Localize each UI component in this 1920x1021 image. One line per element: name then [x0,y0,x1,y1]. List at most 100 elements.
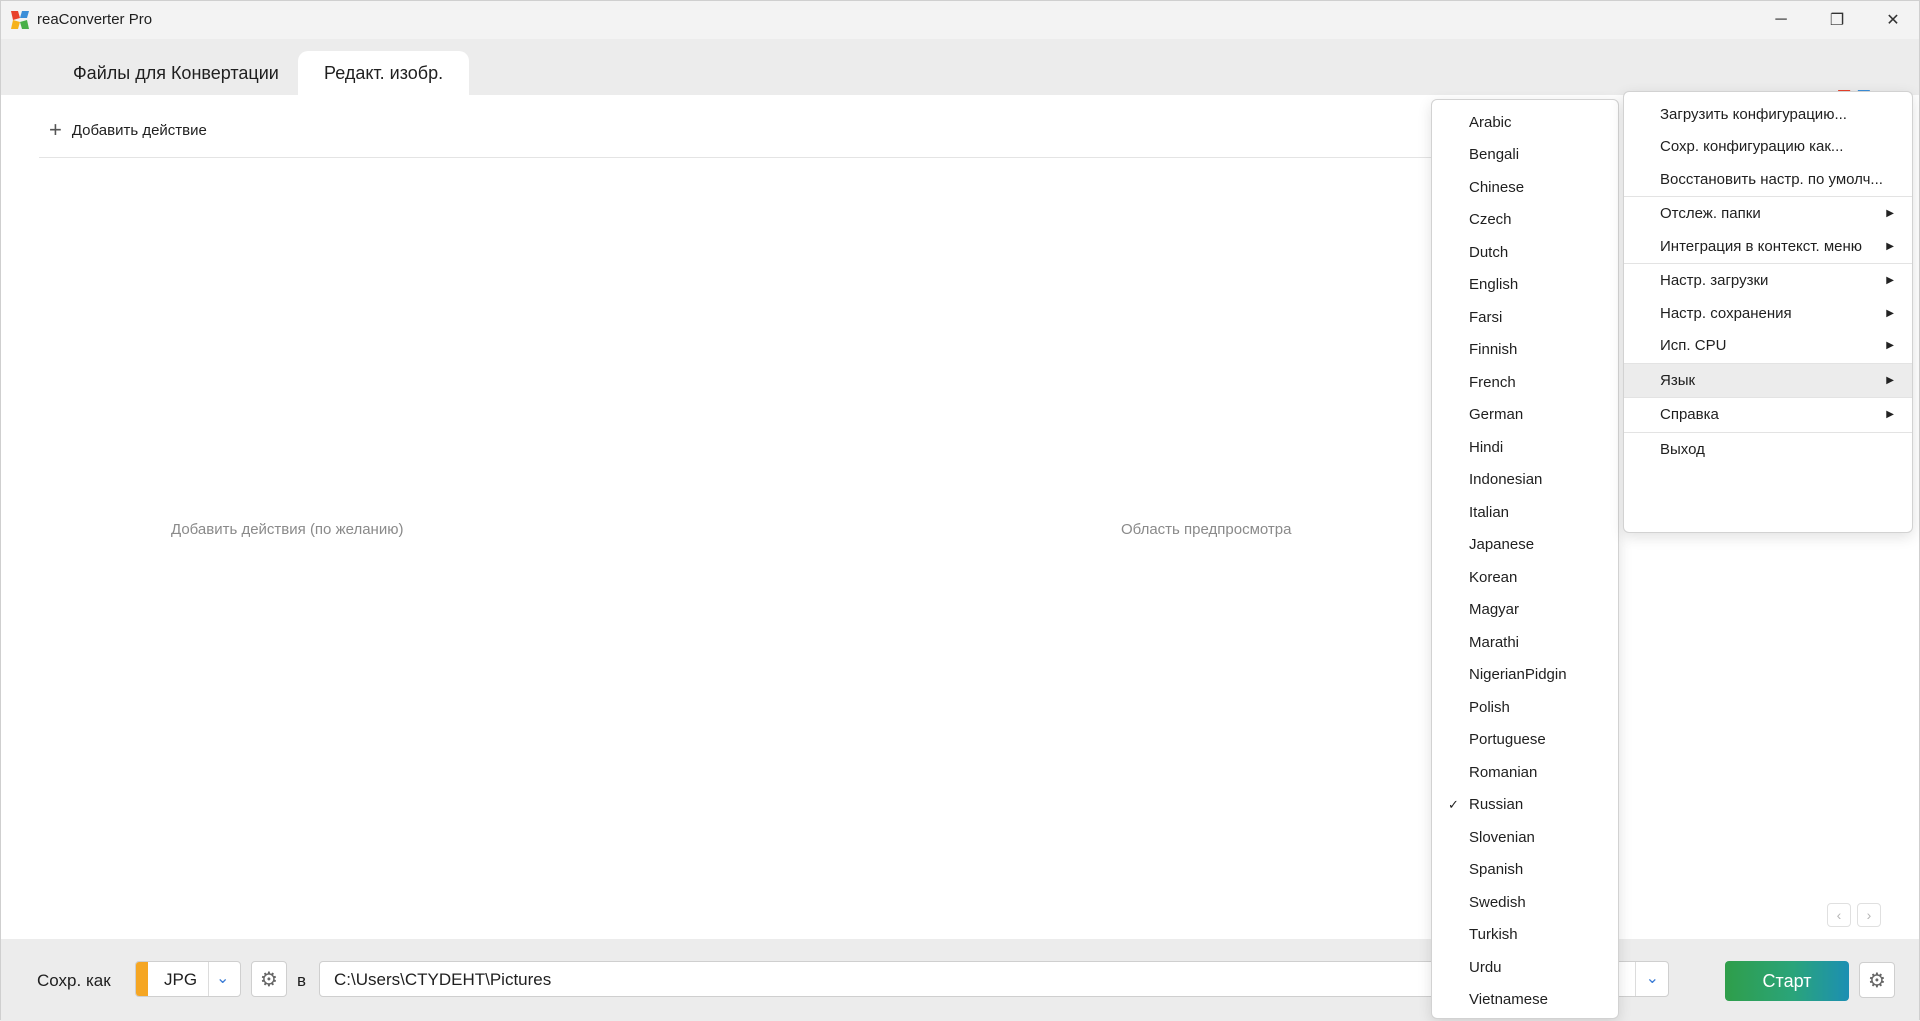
language-item[interactable]: German [1432,399,1618,432]
language-item[interactable]: French [1432,366,1618,399]
menu-item-cpu[interactable]: Исп. CPU ▶ [1624,330,1912,363]
chevron-right-icon: ▶ [1886,374,1894,386]
menu-item-save-config[interactable]: Сохр. конфигурацию как... [1624,131,1912,164]
language-item[interactable]: Turkish [1432,919,1618,952]
language-item[interactable]: Finnish [1432,334,1618,367]
language-item-selected[interactable]: ✓ Russian [1432,789,1618,822]
menu-item-label: Выход [1660,440,1705,458]
tab-files[interactable]: Файлы для Конвертации [47,51,305,95]
menu-item-label: Исп. CPU [1660,337,1727,355]
gear-icon: ⚙ [1868,969,1886,992]
language-item[interactable]: Farsi [1432,301,1618,334]
menu-item-label: Справка [1660,406,1719,424]
save-as-label: Сохр. как [37,971,111,990]
language-item[interactable]: Japanese [1432,529,1618,562]
menu-item-label: Настр. сохранения [1660,304,1792,322]
minimize-button[interactable]: ─ [1753,1,1809,39]
options-menu: Загрузить конфигурацию... Сохр. конфигур… [1623,91,1913,533]
language-label: Indonesian [1469,471,1543,489]
language-item[interactable]: Marathi [1432,626,1618,659]
divider [39,157,1439,158]
language-label: Bengali [1469,146,1520,164]
format-settings-button[interactable]: ⚙ [251,961,287,997]
language-item[interactable]: Hindi [1432,431,1618,464]
menu-item-language[interactable]: Язык ▶ [1624,364,1912,397]
start-button[interactable]: Старт [1725,961,1849,1001]
title-bar: reaConverter Pro ─ ❐ ✕ [1,1,1919,39]
menu-item-label: Язык [1660,371,1696,389]
menu-item-restore-defaults[interactable]: Восстановить настр. по умолч... [1624,163,1912,196]
plus-icon: + [49,117,62,142]
language-item[interactable]: Chinese [1432,171,1618,204]
language-item[interactable]: Arabic [1432,106,1618,139]
gear-icon: ⚙ [260,968,278,991]
start-settings-button[interactable]: ⚙ [1859,962,1895,998]
chevron-down-icon[interactable]: ⌄ [216,968,229,988]
language-item[interactable]: NigerianPidgin [1432,659,1618,692]
chevron-down-icon[interactable]: ⌄ [1646,968,1659,988]
language-label: Italian [1469,503,1510,521]
chevron-right-icon: ▶ [1886,340,1894,352]
language-item[interactable]: English [1432,269,1618,302]
language-label: Hindi [1469,438,1504,456]
output-path-value: C:\Users\CTYDEHT\Pictures [334,970,552,989]
language-label: Urdu [1469,958,1502,976]
language-item[interactable]: Magyar [1432,594,1618,627]
menu-item-label: Восстановить настр. по умолч... [1660,170,1883,188]
chevron-right-icon: ▶ [1886,208,1894,220]
format-select[interactable]: JPG ⌄ [135,961,241,997]
language-label: Czech [1469,211,1512,229]
language-label: Turkish [1469,926,1518,944]
language-label: Portuguese [1469,731,1546,749]
language-item[interactable]: Indonesian [1432,464,1618,497]
maximize-button[interactable]: ❐ [1809,1,1865,39]
language-label: Spanish [1469,861,1524,879]
language-item[interactable]: Urdu [1432,951,1618,984]
language-label: Marathi [1469,633,1520,651]
language-item[interactable]: Swedish [1432,886,1618,919]
menu-item-help[interactable]: Справка ▶ [1624,399,1912,432]
check-icon: ✓ [1448,796,1459,812]
language-item[interactable]: Romanian [1432,756,1618,789]
language-item[interactable]: Portuguese [1432,724,1618,757]
menu-item-label: Интеграция в контекст. меню [1660,237,1863,255]
language-item[interactable]: Dutch [1432,236,1618,269]
language-item[interactable]: Italian [1432,496,1618,529]
menu-item-label: Загрузить конфигурацию... [1660,105,1847,123]
language-label: Japanese [1469,536,1535,554]
language-label: Vietnamese [1469,991,1548,1009]
language-item[interactable]: Spanish [1432,854,1618,887]
language-label: Slovenian [1469,828,1535,846]
language-item[interactable]: Polish [1432,691,1618,724]
language-item[interactable]: Korean [1432,561,1618,594]
menu-item-context-menu[interactable]: Интеграция в контекст. меню ▶ [1624,230,1912,263]
to-label: в [297,971,307,990]
language-item[interactable]: Czech [1432,204,1618,237]
add-action-button[interactable]: + Добавить действие [49,119,207,141]
language-label: Russian [1469,796,1524,814]
actions-placeholder: Добавить действия (по желанию) [171,521,404,538]
language-label: Polish [1469,698,1510,716]
chevron-right-icon: ▶ [1886,275,1894,287]
chevron-left-icon[interactable]: ‹ [1827,903,1851,927]
path-split [1635,962,1636,996]
language-label: Romanian [1469,763,1538,781]
language-item[interactable]: Vietnamese [1432,984,1618,1017]
preview-placeholder: Область предпросмотра [1121,521,1292,538]
menu-item-exit[interactable]: Выход [1624,433,1912,466]
tab-image-edit[interactable]: Редакт. изобр. [298,51,470,95]
close-button[interactable]: ✕ [1865,1,1920,39]
menu-item-save-settings[interactable]: Настр. сохранения ▶ [1624,297,1912,330]
language-label: Chinese [1469,178,1525,196]
window-title: reaConverter Pro [37,11,153,28]
menu-item-load-config[interactable]: Загрузить конфигурацию... [1624,98,1912,131]
chevron-right-icon[interactable]: › [1857,903,1881,927]
preview-nav: ‹ › [1827,903,1881,927]
language-item[interactable]: Bengali [1432,139,1618,172]
menu-item-load-settings[interactable]: Настр. загрузки ▶ [1624,265,1912,298]
add-action-label: Добавить действие [71,121,207,139]
language-label: NigerianPidgin [1469,666,1567,684]
menu-item-watch-folders[interactable]: Отслеж. папки ▶ [1624,198,1912,231]
language-item[interactable]: Slovenian [1432,821,1618,854]
language-submenu: Arabic Bengali Chinese Czech Dutch Engli… [1431,99,1619,1019]
